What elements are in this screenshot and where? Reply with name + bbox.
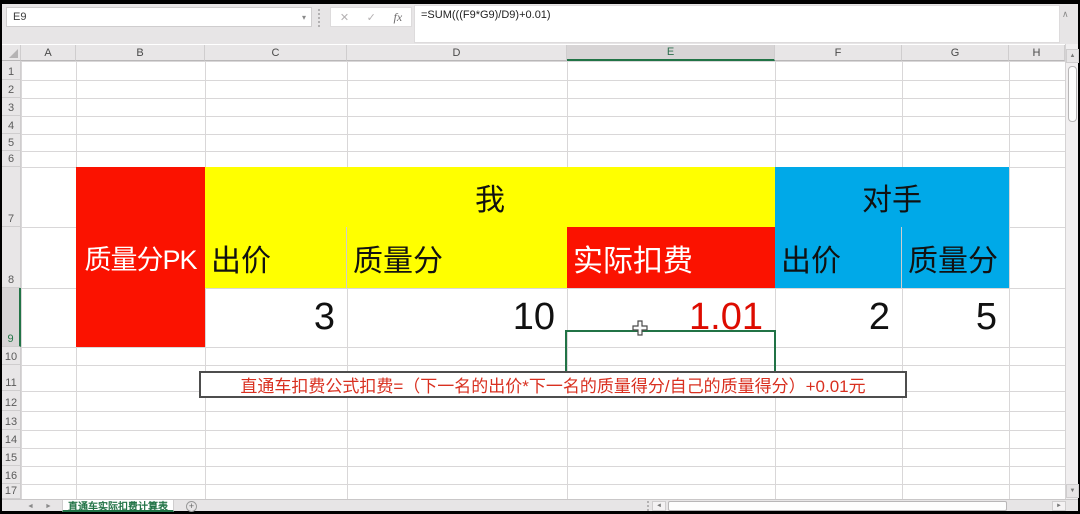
cell-f7-opponent-label[interactable]: 对手 bbox=[775, 167, 1009, 227]
row-header-9-selected[interactable]: 9 bbox=[2, 288, 21, 347]
select-all-corner[interactable] bbox=[2, 45, 21, 61]
column-header-e-selected[interactable]: E bbox=[567, 45, 775, 61]
tab-nav-left-icon[interactable]: ◄ bbox=[27, 500, 34, 512]
column-header-h[interactable]: H bbox=[1009, 45, 1065, 61]
horizontal-scrollbar-thumb[interactable] bbox=[668, 501, 1007, 511]
formula-note-textbox[interactable]: 直通车扣费公式扣费=（下一名的出价*下一名的质量得分/自己的质量得分）+0.01… bbox=[199, 371, 907, 398]
cell-d9-quality-value[interactable]: 10 bbox=[347, 288, 567, 347]
row-header-5[interactable]: 5 bbox=[2, 134, 21, 151]
column-header-f[interactable]: F bbox=[775, 45, 902, 61]
cancel-icon[interactable]: ✕ bbox=[340, 11, 349, 24]
insert-function-icon[interactable]: fx bbox=[394, 10, 403, 25]
column-header-d[interactable]: D bbox=[347, 45, 567, 61]
row-header-17[interactable]: 17 bbox=[2, 484, 21, 499]
cell-e8-fee-header[interactable]: 实际扣费 bbox=[567, 227, 775, 288]
cell-f9-bid-value[interactable]: 2 bbox=[775, 288, 902, 347]
row-header-8[interactable]: 8 bbox=[2, 227, 21, 288]
tab-nav-right-icon[interactable]: ► bbox=[45, 500, 52, 512]
cell-b7-pk-label[interactable]: 质量分PK bbox=[76, 167, 205, 347]
cell-f8-bid-header[interactable]: 出价 bbox=[775, 227, 902, 288]
row-header-6[interactable]: 6 bbox=[2, 151, 21, 167]
add-sheet-button[interactable]: + bbox=[186, 501, 197, 512]
cell-g8-quality-header[interactable]: 质量分 bbox=[902, 227, 1009, 288]
row-header-1[interactable]: 1 bbox=[2, 61, 21, 80]
toolbar-drag-divider bbox=[318, 9, 320, 27]
scroll-down-icon[interactable]: ▼ bbox=[1070, 488, 1076, 494]
column-header-a[interactable]: A bbox=[21, 45, 76, 61]
sheet-tab-bar: ◄ ► 直通车实际扣费计算表 + ◄ ► bbox=[2, 499, 1078, 513]
collapse-formula-bar-icon[interactable]: ∧ bbox=[1062, 9, 1069, 20]
row-header-2[interactable]: 2 bbox=[2, 80, 21, 98]
column-header-c[interactable]: C bbox=[205, 45, 347, 61]
formula-note-text: 直通车扣费公式扣费=（下一名的出价*下一名的质量得分/自己的质量得分）+0.01… bbox=[240, 377, 866, 396]
active-sheet-tab[interactable]: 直通车实际扣费计算表 bbox=[62, 500, 174, 513]
row-header-7[interactable]: 7 bbox=[2, 167, 21, 227]
scroll-down-button: ▼ bbox=[1066, 484, 1079, 498]
name-box[interactable]: E9 ▾ bbox=[6, 7, 312, 27]
cell-e9-fee-value-active[interactable]: 1.01 bbox=[567, 288, 775, 347]
column-header-b[interactable]: B bbox=[76, 45, 205, 61]
enter-icon[interactable]: ✓ bbox=[367, 11, 376, 24]
name-box-dropdown-icon[interactable]: ▾ bbox=[302, 13, 311, 22]
row-header-16[interactable]: 16 bbox=[2, 466, 21, 484]
scroll-up-button: ▲ bbox=[1066, 49, 1079, 63]
row-header-3[interactable]: 3 bbox=[2, 98, 21, 116]
workbook-area: E9 ▾ ✕ ✓ fx =SUM(((F9*G9)/D9)+0.01) ∧ A … bbox=[2, 4, 1079, 513]
scroll-up-icon[interactable]: ▲ bbox=[1070, 53, 1076, 59]
row-header-10[interactable]: 10 bbox=[2, 347, 21, 365]
tab-scrollbar-divider[interactable] bbox=[647, 501, 649, 511]
cell-c8-bid-header[interactable]: 出价 bbox=[205, 227, 347, 288]
scroll-right-button[interactable]: ► bbox=[1052, 501, 1066, 511]
formula-buttons: ✕ ✓ fx bbox=[330, 7, 412, 27]
row-header-4[interactable]: 4 bbox=[2, 116, 21, 134]
name-box-value: E9 bbox=[13, 11, 27, 23]
cell-c9-bid-value[interactable]: 3 bbox=[205, 288, 347, 347]
formula-text: =SUM(((F9*G9)/D9)+0.01) bbox=[421, 9, 551, 21]
row-header-12[interactable]: 12 bbox=[2, 391, 21, 411]
cell-c7-me-label[interactable]: 我 bbox=[205, 167, 775, 227]
select-all-triangle-icon bbox=[9, 49, 18, 58]
formula-toolbar: E9 ▾ ✕ ✓ fx =SUM(((F9*G9)/D9)+0.01) ∧ bbox=[2, 4, 1078, 44]
vertical-scrollbar-thumb[interactable] bbox=[1068, 66, 1077, 122]
row-header-11[interactable]: 11 bbox=[2, 365, 21, 391]
excel-window: E9 ▾ ✕ ✓ fx =SUM(((F9*G9)/D9)+0.01) ∧ A … bbox=[0, 0, 1080, 514]
scroll-left-icon: ◄ bbox=[656, 503, 662, 509]
column-header-g[interactable]: G bbox=[902, 45, 1009, 61]
row-header-13[interactable]: 13 bbox=[2, 411, 21, 430]
spreadsheet-grid[interactable]: A B C D E F G H 1 2 3 4 5 6 7 8 9 10 11 … bbox=[2, 44, 1065, 499]
row-header-15[interactable]: 15 bbox=[2, 448, 21, 466]
sheet-tab-label: 直通车实际扣费计算表 bbox=[68, 501, 168, 513]
scroll-right-icon: ► bbox=[1056, 503, 1062, 509]
vertical-scrollbar[interactable]: ▲ ▼ bbox=[1065, 44, 1079, 499]
cell-d8-quality-header[interactable]: 质量分 bbox=[347, 227, 567, 288]
row-header-14[interactable]: 14 bbox=[2, 430, 21, 448]
formula-bar-input[interactable]: =SUM(((F9*G9)/D9)+0.01) bbox=[414, 5, 1060, 43]
add-sheet-icon: + bbox=[188, 501, 195, 511]
cell-g9-quality-value[interactable]: 5 bbox=[902, 288, 1009, 347]
scroll-left-button[interactable]: ◄ bbox=[652, 501, 666, 511]
